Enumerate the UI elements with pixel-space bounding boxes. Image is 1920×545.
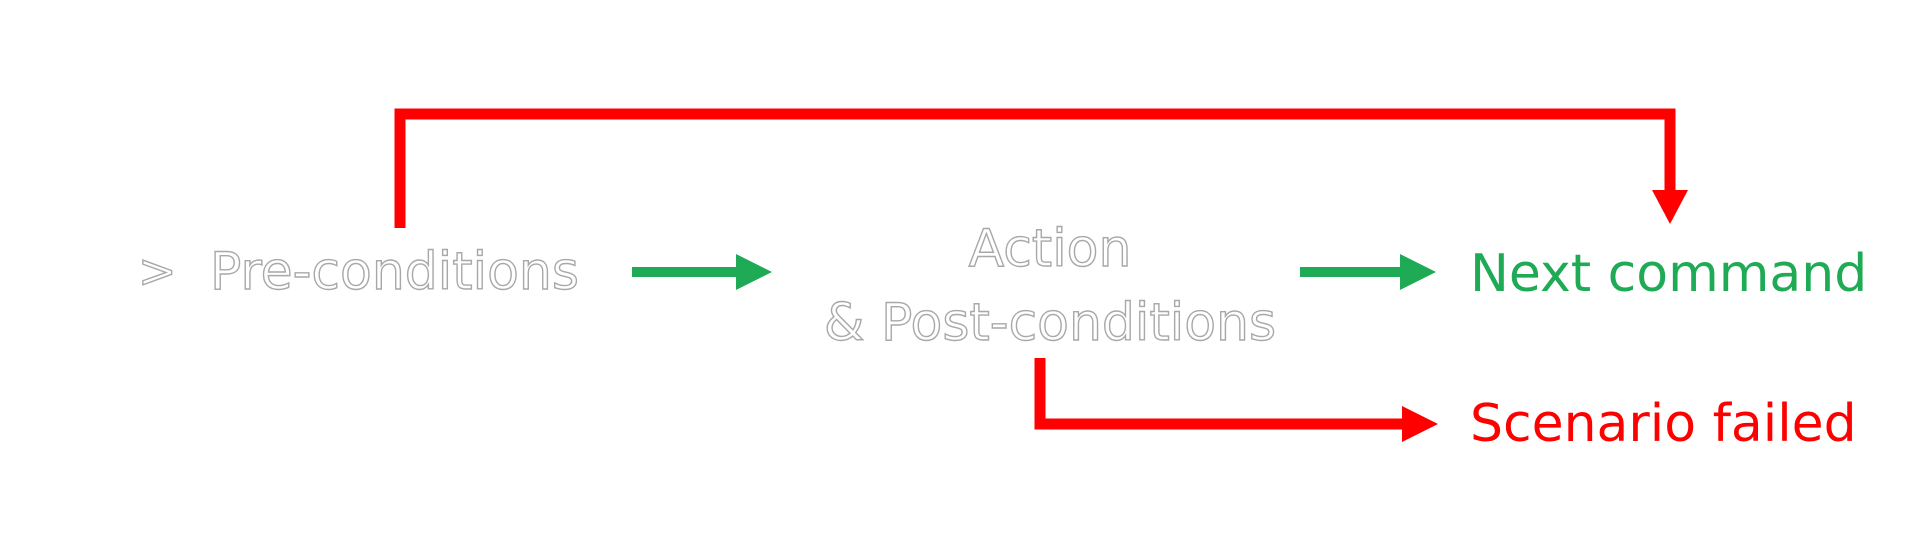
next-command-label: Next command: [1470, 244, 1868, 304]
action-label-line2: & Post-conditions: [823, 292, 1277, 353]
flow-diagram: > Pre-conditions Action & Post-condition…: [0, 0, 1920, 545]
pre-to-action-arrow-head: [736, 254, 772, 290]
action-to-next-arrow-head: [1400, 254, 1436, 290]
prompt-symbol: >: [137, 244, 177, 298]
scenario-failed-label: Scenario failed: [1470, 394, 1857, 454]
action-label-line1: Action: [968, 218, 1132, 279]
bypass-arrow-head: [1652, 190, 1688, 224]
action-post-conditions-label: Action & Post-conditions: [790, 212, 1310, 360]
bypass-arrow: [394, 108, 1676, 228]
action-to-failed-arrow-head: [1402, 406, 1438, 442]
action-to-failed-arrow: [1034, 358, 1406, 430]
pre-conditions-label: Pre-conditions: [209, 242, 579, 302]
